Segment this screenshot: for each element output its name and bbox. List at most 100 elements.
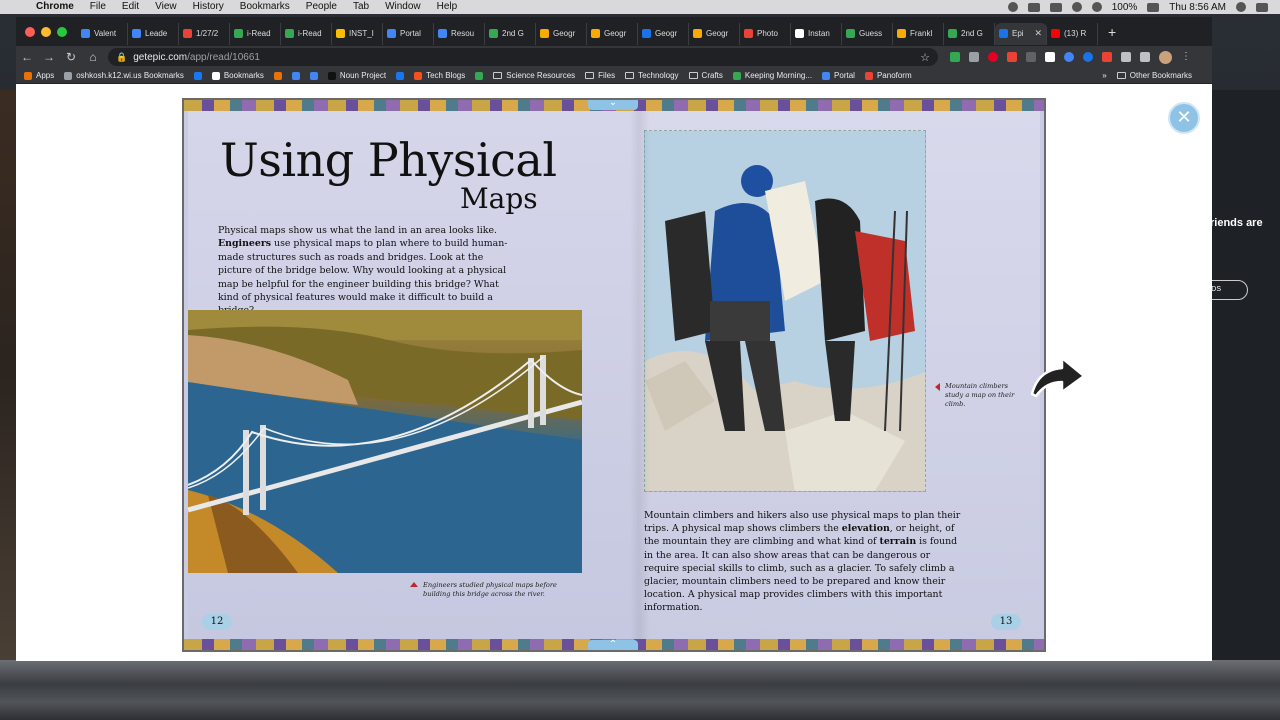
screen-share-icon[interactable] [1027, 2, 1040, 12]
browser-tab[interactable]: Geogr [587, 22, 638, 45]
bookmark-item[interactable] [309, 71, 318, 80]
menu-clock[interactable]: Thu 8:56 AM [1169, 2, 1226, 13]
bookmark-item[interactable]: Files [585, 71, 615, 80]
extension-icon[interactable] [1083, 52, 1093, 62]
browser-tab[interactable]: i-Read [230, 22, 281, 45]
bookmark-item[interactable]: oshkosh.k12.wi.us Bookmarks [64, 71, 184, 80]
bookmarks-overflow-button[interactable]: » [1102, 71, 1106, 80]
bookmark-item[interactable]: Crafts [688, 71, 723, 80]
menu-history[interactable]: History [185, 0, 232, 14]
browser-tab[interactable]: Resou [434, 22, 485, 45]
extension-icon[interactable] [950, 52, 960, 62]
browser-tab[interactable]: (13) R [1047, 22, 1098, 45]
browser-tab[interactable]: 1/27/2 [179, 22, 230, 45]
browser-tab[interactable]: Leade [128, 22, 179, 45]
bookmark-favicon-icon [475, 71, 484, 80]
browser-tab[interactable]: Instan [791, 22, 842, 45]
volume-icon[interactable] [1091, 2, 1102, 12]
bookmark-item[interactable]: Noun Project [327, 71, 386, 80]
browser-tab[interactable]: Photo [740, 22, 791, 45]
extension-icon[interactable] [1064, 52, 1074, 62]
battery-percent[interactable]: 100% [1112, 2, 1138, 13]
tab-favicon-icon [1051, 29, 1060, 38]
bookmark-item[interactable]: Technology [625, 71, 679, 80]
microphone-icon[interactable] [1007, 2, 1018, 12]
browser-tab[interactable]: Geogr [689, 22, 740, 45]
bookmark-item[interactable]: Portal [822, 71, 855, 80]
bridge-photo [188, 310, 582, 573]
bookmark-item[interactable]: Keeping Morning... [732, 71, 812, 80]
bookmark-item[interactable]: Bookmarks [211, 71, 264, 80]
bookmark-item[interactable]: Apps [24, 71, 54, 80]
bookmark-star-icon[interactable]: ☆ [920, 51, 930, 64]
forward-icon[interactable]: → [38, 50, 60, 64]
browser-tab[interactable]: Frankl [893, 22, 944, 45]
close-book-button[interactable]: ✕ [1168, 102, 1200, 134]
bookmark-item[interactable] [273, 71, 282, 80]
lock-icon[interactable]: 🔒 [116, 52, 127, 63]
bookmark-item[interactable] [396, 71, 405, 80]
browser-tab[interactable]: Portal [383, 22, 434, 45]
expand-thumbnails-chevron-icon[interactable]: ⌃ [588, 640, 638, 650]
reload-icon[interactable]: ↻ [60, 50, 82, 64]
control-center-icon[interactable] [1256, 2, 1268, 12]
puzzle-extensions-icon[interactable] [1121, 52, 1131, 62]
browser-tab[interactable]: INST_I [332, 22, 383, 45]
minimize-window-button[interactable] [41, 26, 51, 37]
browser-tab[interactable]: i-Read [281, 22, 332, 45]
bookmark-item[interactable]: Panoform [864, 71, 912, 80]
collapse-toolbar-chevron-icon[interactable]: ⌄ [588, 100, 638, 110]
bookmark-item[interactable] [193, 71, 202, 80]
kebab-menu-icon[interactable]: ⋮ [1181, 52, 1191, 62]
pinterest-icon[interactable] [988, 52, 998, 62]
extension-icon[interactable] [1007, 52, 1017, 62]
menu-window[interactable]: Window [377, 0, 429, 14]
intro-bold-term: Engineers [218, 238, 272, 250]
tab-close-icon[interactable]: ✕ [1034, 28, 1042, 39]
tab-strip: Valent Leade 1/27/2 i-Read i-Read INST_I Porta… [16, 17, 1212, 46]
browser-tab[interactable]: Valent [77, 22, 128, 45]
browser-tab[interactable]: Geogr [536, 22, 587, 45]
close-window-button[interactable] [25, 26, 35, 37]
browser-tab[interactable]: Guess [842, 22, 893, 45]
spotlight-search-icon[interactable] [1236, 2, 1246, 12]
tab-active[interactable]: Epi ✕ [995, 22, 1047, 45]
browser-tab[interactable]: 2nd G [944, 22, 995, 45]
reading-list-icon[interactable] [1140, 52, 1150, 62]
menu-view[interactable]: View [147, 0, 185, 14]
menu-bookmarks[interactable]: Bookmarks [232, 0, 298, 14]
next-page-arrow-icon[interactable] [1028, 352, 1088, 402]
bookmark-item[interactable] [475, 71, 484, 80]
extension-icon[interactable] [1045, 52, 1055, 62]
extension-icon[interactable] [1026, 52, 1036, 62]
caption-pointer-icon [410, 582, 418, 587]
bookmark-label: Portal [834, 71, 855, 80]
new-tab-button[interactable]: + [1108, 24, 1116, 40]
menu-file[interactable]: File [82, 0, 114, 14]
intro-text: Physical maps show us what the land in a… [218, 225, 497, 236]
battery-icon[interactable] [1147, 2, 1160, 12]
zoom-window-button[interactable] [57, 26, 67, 37]
display-icon[interactable] [1049, 2, 1062, 12]
browser-tab[interactable]: Geogr [638, 22, 689, 45]
extension-icon[interactable] [1102, 52, 1112, 62]
url-host: getepic.com [133, 51, 188, 63]
back-icon[interactable]: ← [16, 50, 38, 64]
home-icon[interactable]: ⌂ [82, 50, 104, 64]
bookmark-item[interactable]: Science Resources [493, 71, 575, 80]
menu-app-name[interactable]: Chrome [28, 0, 82, 14]
extension-icon[interactable] [969, 52, 979, 62]
menu-help[interactable]: Help [429, 0, 466, 14]
bookmark-item[interactable] [291, 71, 300, 80]
bookmark-item[interactable]: Tech Blogs [414, 71, 465, 80]
address-bar[interactable]: 🔒 getepic.com/app/read/10661 ☆ [108, 48, 938, 66]
menu-edit[interactable]: Edit [114, 0, 147, 14]
bookmark-favicon-icon [273, 71, 282, 80]
other-bookmarks-folder[interactable]: Other Bookmarks [1116, 71, 1192, 80]
menu-tab[interactable]: Tab [345, 0, 377, 14]
page-number-right: 13 [991, 614, 1021, 630]
browser-tab[interactable]: 2nd G [485, 22, 536, 45]
wifi-icon[interactable] [1071, 2, 1082, 12]
menu-people[interactable]: People [298, 0, 345, 14]
profile-avatar[interactable] [1159, 50, 1172, 64]
